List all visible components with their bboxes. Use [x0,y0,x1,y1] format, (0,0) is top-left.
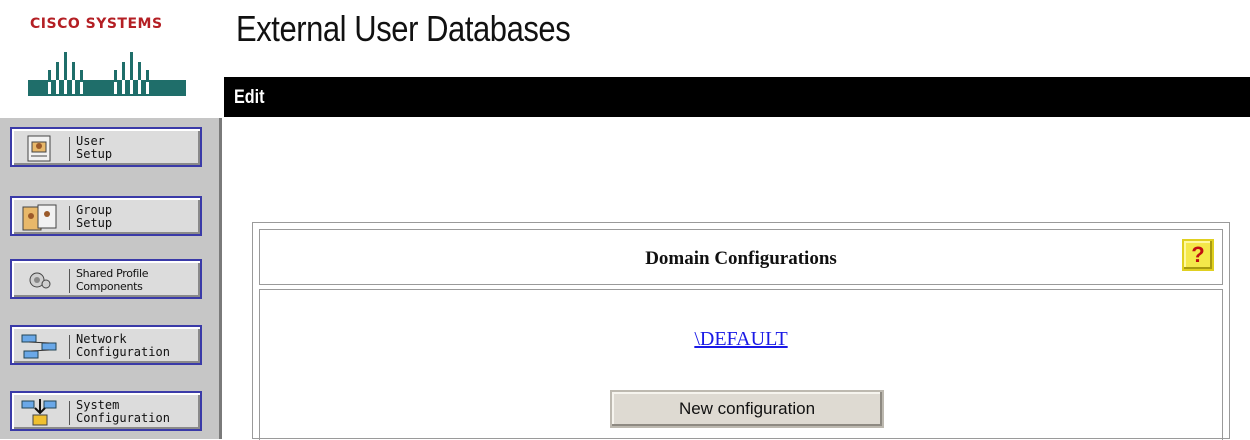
logo-wordmark: Cisco Systems [30,16,163,32]
nav-separator [69,335,70,359]
nav-separator [69,401,70,425]
nav-separator [69,206,70,230]
help-icon: ? [1191,242,1205,267]
new-configuration-button[interactable]: New configuration [610,390,884,428]
nav-separator [69,269,70,293]
logo-bars-icon [28,52,186,96]
left-navigation: Cisco Systems [0,0,222,439]
panel-body: \DEFAULT New configuration [259,289,1223,440]
nav-label: Group Setup [76,203,113,230]
edit-bar: Edit [224,77,1250,117]
nav-button-user-setup[interactable]: User Setup [10,127,202,167]
help-button[interactable]: ? [1182,239,1214,271]
nav-label: Shared Profile Components [76,267,149,293]
nav-label: User Setup [76,134,113,161]
nav-divider [219,118,222,439]
nav-button-shared-profile-components[interactable]: Shared Profile Components [10,259,202,299]
panel-header: Domain Configurations ? [259,229,1223,285]
shared-profile-icon [29,272,51,289]
group-setup-icon [22,204,57,231]
page-title: External User Databases [236,8,571,49]
network-config-icon [21,334,57,359]
system-config-icon [21,399,57,426]
user-setup-icon [27,135,51,162]
nav-label: Network Configuration [76,332,170,359]
edit-bar-label: Edit [234,87,265,108]
domain-configurations-panel: Domain Configurations ? \DEFAULT New con… [252,222,1230,440]
nav-button-group-setup[interactable]: Group Setup [10,196,202,236]
nav-button-system-configuration[interactable]: System Configuration [10,391,202,431]
nav-label: System Configuration [76,398,170,425]
default-domain-link[interactable]: \DEFAULT [260,328,1222,351]
nav-button-network-configuration[interactable]: Network Configuration [10,325,202,365]
panel-title: Domain Configurations [645,248,837,269]
nav-separator [69,137,70,161]
